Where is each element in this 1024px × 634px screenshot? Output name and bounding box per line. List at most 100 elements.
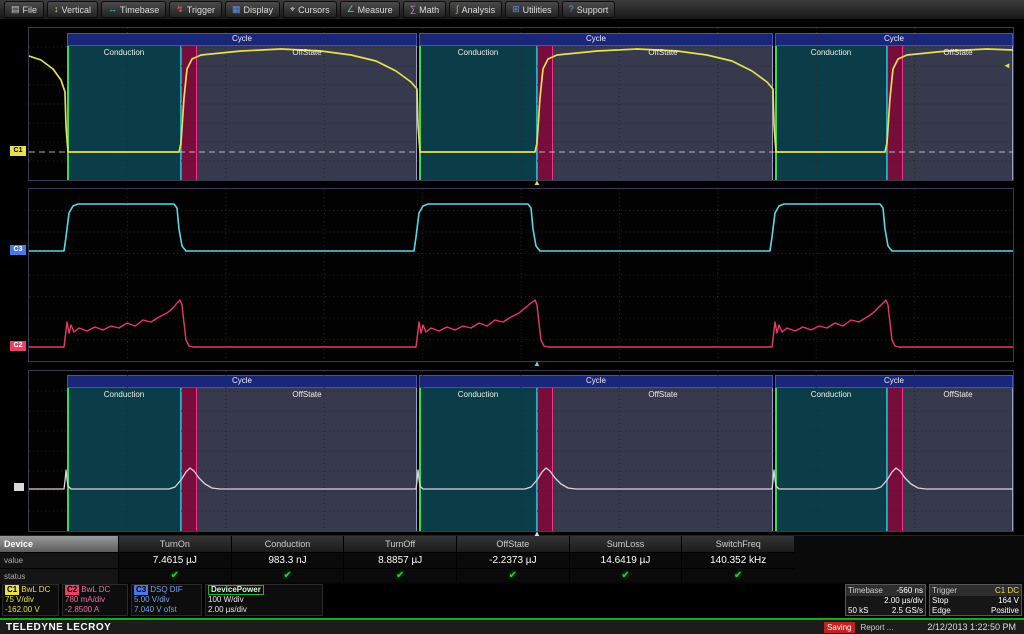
trigger-type: Edge	[932, 606, 951, 616]
measure-value: 14.6419 µJ	[570, 552, 682, 568]
grid-drain-voltage[interactable]: CycleConductionOffStateCycleConductionOf…	[28, 27, 1014, 181]
timebase-title: Timebase	[848, 585, 883, 596]
trigger-mode: Stop	[932, 596, 948, 606]
timebase-delay: -560 ns	[896, 585, 923, 596]
menu-label: Trigger	[187, 5, 215, 15]
trigger-source: C1 DC	[995, 585, 1019, 596]
measure-param-name[interactable]: TurnOn	[119, 536, 231, 552]
menu-label: Math	[419, 5, 439, 15]
trigger-level-marker[interactable]: ◄	[1003, 62, 1011, 70]
timebase-scale: 2.00 µs/div	[846, 596, 925, 606]
brand-logo: TELEDYNE LECROY	[6, 622, 111, 633]
trigger-slope: Positive	[991, 606, 1019, 616]
offset-value: 2.00 µs/div	[208, 605, 320, 615]
measure-row-labels: Device value status	[0, 536, 118, 582]
c3-gate-trace	[29, 204, 1013, 251]
channel-tag-devicepower: DevicePower	[208, 585, 264, 595]
offset-value: -2.8500 A	[65, 605, 125, 615]
timebase-samples: 50 kS	[848, 606, 868, 616]
measure-icon: ∠	[347, 5, 355, 14]
menu-bar: ▤File↕Vertical↔Timebase↯Trigger▦Display⌖…	[0, 0, 1024, 20]
menu-trigger[interactable]: ↯Trigger	[169, 1, 222, 18]
status-bar: TELEDYNE LECROY Saving Report ... 2/12/2…	[0, 618, 1024, 634]
menu-timebase[interactable]: ↔Timebase	[101, 1, 166, 18]
menu-display[interactable]: ▦Display	[225, 1, 280, 18]
measure-value: 8.8857 µJ	[344, 552, 456, 568]
descriptor-bar: Timebase -560 ns 2.00 µs/div 50 kS 2.5 G…	[0, 584, 1024, 617]
support-info-icon: ?	[569, 5, 574, 14]
trigger-time-marker[interactable]: ▲	[533, 530, 541, 538]
menu-measure[interactable]: ∠Measure	[340, 1, 400, 18]
channel-tag-c2: C2	[65, 585, 79, 595]
measure-param-name[interactable]: OffState	[457, 536, 569, 552]
vertical-arrows-icon: ↕	[54, 5, 59, 14]
channel-tag-c3: C3	[134, 585, 148, 595]
timebase-icon: ↔	[108, 5, 117, 14]
scale-value: 100 W/div	[208, 595, 320, 605]
channel-offset-handle-c1[interactable]: C1	[10, 146, 26, 156]
grid-device-power[interactable]: CycleConductionOffStateCycleConductionOf…	[28, 370, 1014, 532]
measure-value: 7.4615 µJ	[119, 552, 231, 568]
measure-param-name[interactable]: SumLoss	[570, 536, 682, 552]
gate-current-trace-plot	[29, 189, 1013, 361]
trigger-level: 164 V	[998, 596, 1019, 606]
grid-gate-and-current[interactable]	[28, 188, 1014, 362]
menu-label: Measure	[358, 5, 393, 15]
offset-value: -162.00 V	[5, 605, 56, 615]
menu-analysis[interactable]: ∫Analysis	[449, 1, 502, 18]
measure-param-name[interactable]: TurnOff	[344, 536, 456, 552]
descriptor-c3[interactable]: C3DSQ DIF5.00 V/div7.040 V ofst	[131, 584, 202, 616]
channel-offset-handle-c3[interactable]: C3	[10, 245, 26, 255]
channel-tag-c1: C1	[5, 585, 19, 595]
measure-status-check-icon: ✔	[682, 568, 794, 582]
descriptor-c2[interactable]: C2BwL DC780 mA/div-2.8500 A	[62, 584, 128, 616]
utilities-icon: ⊞	[512, 5, 520, 14]
menu-label: Timebase	[120, 5, 159, 15]
measure-status-check-icon: ✔	[119, 568, 231, 582]
measure-param-name[interactable]: Conduction	[232, 536, 344, 552]
measure-col-switchfreq: SwitchFreq140.352 kHz✔	[681, 536, 794, 582]
display-grid-icon: ▦	[232, 5, 241, 14]
measure-value: 983.3 nJ	[232, 552, 344, 568]
trigger-time-marker[interactable]: ▲	[533, 360, 541, 368]
timebase-panel[interactable]: Timebase -560 ns 2.00 µs/div 50 kS 2.5 G…	[845, 584, 926, 616]
scale-value: 75 V/div	[5, 595, 56, 605]
trigger-panel[interactable]: Trigger C1 DC Stop 164 V Edge Positive	[929, 584, 1022, 616]
measure-status-check-icon: ✔	[344, 568, 456, 582]
file-icon: ▤	[11, 5, 20, 14]
saving-message: Report ...	[861, 623, 894, 632]
measure-columns: TurnOn7.4615 µJ✔Conduction983.3 nJ✔TurnO…	[118, 536, 794, 582]
measure-param-name[interactable]: SwitchFreq	[682, 536, 794, 552]
scale-value: 5.00 V/div	[134, 595, 199, 605]
menu-cursors[interactable]: ⌖Cursors	[283, 1, 337, 18]
offset-value: 7.040 V ofst	[134, 605, 199, 615]
descriptor-c1[interactable]: C1BwL DC75 V/div-162.00 V	[2, 584, 59, 616]
menu-vertical[interactable]: ↕Vertical	[47, 1, 98, 18]
power-trace-plot	[29, 371, 1013, 531]
measure-col-offstate: OffState-2.2373 µJ✔	[456, 536, 569, 582]
cursors-icon: ⌖	[290, 5, 295, 14]
measurement-table: Device value status TurnOn7.4615 µJ✔Cond…	[0, 535, 1024, 582]
menu-utilities[interactable]: ⊞Utilities	[505, 1, 559, 18]
coupling-label: BwL DC	[81, 585, 110, 594]
math-sigma-icon: ∑	[410, 5, 416, 14]
measure-status-check-icon: ✔	[232, 568, 344, 582]
menu-support[interactable]: ?Support	[562, 1, 616, 18]
menu-math[interactable]: ∑Math	[403, 1, 446, 18]
menu-label: Vertical	[62, 5, 92, 15]
waveform-area[interactable]: CycleConductionOffStateCycleConductionOf…	[0, 20, 1024, 535]
measure-row-label-device[interactable]: Device	[0, 536, 118, 552]
measure-row-label-value: value	[0, 552, 118, 568]
voltage-trace-plot	[29, 28, 1013, 180]
descriptor-devicepower[interactable]: DevicePower100 W/div2.00 µs/div	[205, 584, 323, 616]
channel-offset-handle-c2[interactable]: C2	[10, 341, 26, 351]
measure-col-conduction: Conduction983.3 nJ✔	[231, 536, 344, 582]
power-offset-handle[interactable]	[14, 483, 24, 491]
menu-file[interactable]: ▤File	[4, 1, 44, 18]
measure-col-turnon: TurnOn7.4615 µJ✔	[118, 536, 231, 582]
menu-label: Display	[243, 5, 273, 15]
trigger-time-marker[interactable]: ▲	[533, 179, 541, 187]
analysis-icon: ∫	[456, 5, 458, 14]
measure-value: 140.352 kHz	[682, 552, 794, 568]
coupling-label: BwL DC	[21, 585, 50, 594]
